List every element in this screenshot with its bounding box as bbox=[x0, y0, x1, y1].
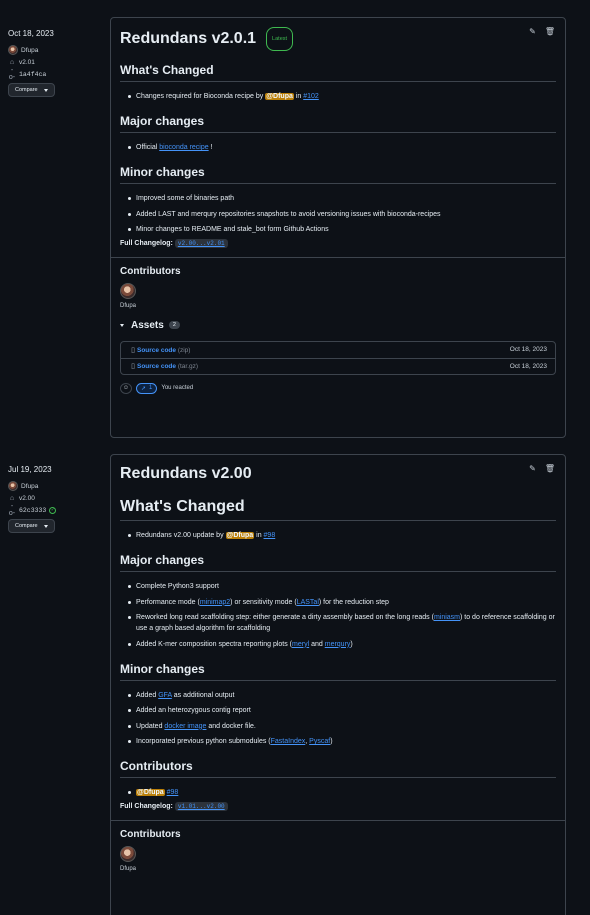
release-title[interactable]: Redundans v2.0.1 Latest bbox=[120, 27, 556, 51]
latest-badge: Latest bbox=[266, 27, 294, 51]
tag-icon: ⌂ bbox=[9, 494, 15, 502]
release-tag[interactable]: ⌂ v2.00 bbox=[8, 492, 103, 504]
list-item: @Dfupa #98 bbox=[128, 787, 556, 798]
zip-icon: ▯ bbox=[131, 363, 135, 370]
edit-icon[interactable]: ✎ bbox=[529, 464, 536, 473]
merqury-link[interactable]: merqury bbox=[325, 641, 351, 648]
lastal-link[interactable]: LASTal bbox=[297, 599, 319, 606]
list-item: Added LAST and merqury repositories snap… bbox=[128, 209, 556, 220]
trash-icon[interactable]: 🗑 bbox=[545, 464, 555, 473]
assets-count: 2 bbox=[168, 321, 180, 329]
compare-button[interactable]: Compare bbox=[8, 83, 55, 97]
list-item: Improved some of binaries path bbox=[128, 193, 556, 204]
release-meta: Jul 19, 2023 Dfupa ⌂ v2.00 -o- 62c3333 ✓ Co… bbox=[8, 465, 103, 533]
compare-button[interactable]: Compare bbox=[8, 519, 55, 533]
zip-icon: ▯ bbox=[131, 346, 135, 354]
docker-image-link[interactable]: docker image bbox=[164, 723, 206, 730]
list-item: Incorporated previous python submodules … bbox=[128, 736, 556, 747]
section-heading: Minor changes bbox=[120, 165, 556, 184]
contributors-heading: Contributors bbox=[120, 265, 181, 277]
release-tag[interactable]: ⌂ v2.01 bbox=[8, 56, 103, 68]
list-item: Added an heterozygous contig report bbox=[128, 705, 556, 716]
contributor-name[interactable]: Dfupa bbox=[120, 866, 556, 872]
section-heading: What's Changed bbox=[120, 63, 556, 82]
assets-list: ▯ Source code (zip) Oct 18, 2023 ▯ Source c… bbox=[120, 340, 556, 375]
contributor-avatar[interactable] bbox=[120, 845, 136, 862]
reactions: ☺ ➚ 1 You reacted bbox=[120, 382, 556, 394]
list-item: Official bioconda recipe ! bbox=[128, 142, 556, 153]
user-mention[interactable]: @Dfupa bbox=[225, 532, 255, 539]
full-changelog: Full Changelog: v2.00...v2.01 bbox=[120, 238, 556, 248]
changelog-link[interactable]: v2.00...v2.01 bbox=[174, 238, 228, 248]
minimap2-link[interactable]: minimap2 bbox=[200, 599, 230, 606]
trash-icon[interactable]: 🗑 bbox=[545, 27, 555, 36]
chevron-down-icon bbox=[43, 88, 48, 92]
asset-row[interactable]: ▯ Source code (zip) Oct 18, 2023 bbox=[121, 342, 555, 358]
check-icon: ✓ bbox=[49, 506, 57, 514]
release-author[interactable]: Dfupa bbox=[8, 480, 103, 492]
full-changelog: Full Changelog: v1.01...v2.00 bbox=[120, 801, 556, 811]
list-item: Reworked long read scaffolding step: eit… bbox=[128, 612, 556, 634]
release-commit[interactable]: -o- 1a4f4ca bbox=[8, 67, 103, 81]
release-card: Redundans v2.0.1 Latest ✎ 🗑 What's Changed… bbox=[110, 17, 566, 438]
triangle-down-icon bbox=[120, 323, 124, 327]
section-heading: Major changes bbox=[120, 114, 556, 133]
release-title[interactable]: Redundans v2.00 bbox=[120, 464, 556, 484]
commit-icon: -o- bbox=[8, 503, 16, 517]
changelog-link[interactable]: v1.01...v2.00 bbox=[174, 801, 228, 811]
commit-icon: -o- bbox=[8, 67, 16, 81]
assets-toggle[interactable]: Assets 2 bbox=[120, 320, 556, 331]
miniasm-link[interactable]: miniasm bbox=[434, 614, 460, 621]
avatar bbox=[8, 45, 18, 55]
list-item: Complete Python3 support bbox=[128, 581, 556, 592]
section-heading: What's Changed bbox=[120, 498, 556, 521]
release-date: Jul 19, 2023 bbox=[8, 465, 52, 474]
edit-icon[interactable]: ✎ bbox=[529, 27, 536, 36]
chevron-down-icon bbox=[43, 524, 48, 528]
gfa-link[interactable]: GFA bbox=[158, 692, 172, 699]
tag-icon: ⌂ bbox=[9, 58, 15, 66]
smiley-icon[interactable]: ☺ bbox=[120, 382, 132, 394]
pyscaf-link[interactable]: Pyscaf bbox=[309, 738, 330, 745]
release-meta: Oct 18, 2023 Dfupa ⌂ v2.01 -o- 1a4f4ca Com… bbox=[8, 29, 103, 97]
release-commit[interactable]: -o- 62c3333 ✓ bbox=[8, 503, 103, 517]
release-author[interactable]: Dfupa bbox=[8, 44, 103, 56]
meryl-link[interactable]: meryl bbox=[292, 641, 309, 648]
list-item: Redundans v2.00 update by @Dfupa in #98 bbox=[128, 530, 556, 541]
user-mention[interactable]: @Dfupa bbox=[265, 93, 294, 100]
contributor-name[interactable]: Dfupa bbox=[120, 303, 556, 309]
pr-link[interactable]: #98 bbox=[167, 789, 179, 796]
list-item: Updated docker image and docker file. bbox=[128, 721, 556, 732]
bioconda-link[interactable]: bioconda recipe bbox=[159, 144, 208, 151]
rocket-icon: ➚ bbox=[141, 385, 147, 392]
list-item: Changes required for Bioconda recipe by … bbox=[128, 91, 556, 102]
reacted-text: You reacted bbox=[161, 385, 194, 391]
list-item: Performance mode (minimap2) or sensitivi… bbox=[128, 597, 556, 608]
fastaindex-link[interactable]: FastaIndex bbox=[271, 738, 306, 745]
section-heading: Major changes bbox=[120, 553, 556, 572]
section-heading: Minor changes bbox=[120, 662, 556, 681]
user-mention[interactable]: @Dfupa bbox=[136, 789, 165, 796]
list-item: Added GFA as additional output bbox=[128, 690, 556, 701]
contributors-heading: Contributors bbox=[120, 828, 181, 840]
pr-link[interactable]: #102 bbox=[303, 93, 319, 100]
section-heading: Contributors bbox=[120, 759, 556, 778]
avatar bbox=[8, 481, 18, 491]
reaction-button[interactable]: ➚ 1 bbox=[136, 382, 158, 394]
pr-link[interactable]: #98 bbox=[264, 532, 276, 539]
release-card: Redundans v2.00 ✎ 🗑 What's Changed Redund… bbox=[110, 454, 566, 915]
release-date: Oct 18, 2023 bbox=[8, 29, 54, 38]
list-item: Minor changes to README and stale_bot fo… bbox=[128, 224, 556, 235]
contributor-avatar[interactable] bbox=[120, 282, 136, 299]
asset-row[interactable]: ▯ Source code (tar.gz) Oct 18, 2023 bbox=[121, 357, 555, 374]
list-item: Added K-mer composition spectra reportin… bbox=[128, 639, 556, 650]
